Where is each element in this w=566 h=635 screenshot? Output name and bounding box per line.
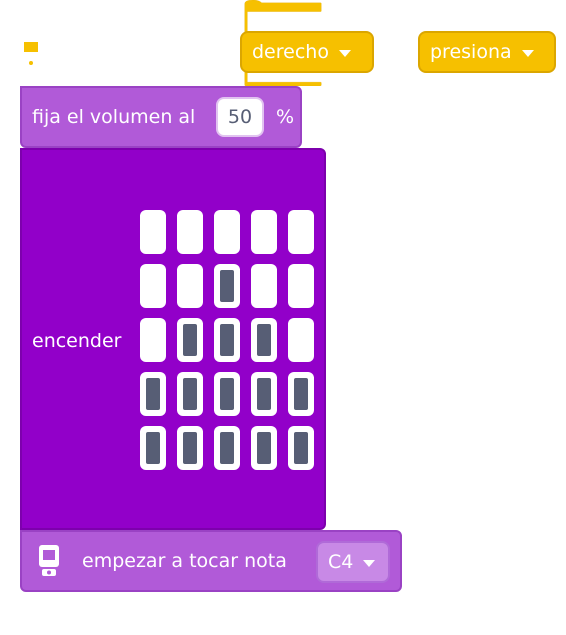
volume-input[interactable]: 50: [216, 97, 264, 137]
led-cell-r4-c2[interactable]: [177, 372, 203, 416]
led-cell-r1-c5[interactable]: [288, 210, 314, 254]
action-dropdown[interactable]: presiona: [418, 31, 556, 73]
chevron-down-icon: [338, 49, 351, 57]
led-cell-r2-c4[interactable]: [251, 264, 277, 308]
volume-block[interactable]: fija el volumen al 50 %: [20, 86, 302, 148]
led-cell-r5-c4[interactable]: [251, 426, 277, 470]
led-block[interactable]: encender: [20, 148, 326, 530]
led-cell-r2-c2[interactable]: [177, 264, 203, 308]
led-cell-r5-c5[interactable]: [288, 426, 314, 470]
led-cell-r5-c2[interactable]: [177, 426, 203, 470]
led-cell-r4-c4[interactable]: [251, 372, 277, 416]
note-label: empezar a tocar nota: [82, 550, 287, 572]
event-when-label: cuando el botón: [60, 41, 214, 63]
microbit-icon: [18, 36, 44, 68]
led-cell-r2-c1[interactable]: [140, 264, 166, 308]
led-cell-r5-c1[interactable]: [140, 426, 166, 470]
led-matrix[interactable]: [140, 210, 320, 480]
led-cell-r3-c3[interactable]: [214, 318, 240, 362]
led-cell-r2-c3[interactable]: [214, 264, 240, 308]
led-cell-r1-c2[interactable]: [177, 210, 203, 254]
led-cell-r3-c1[interactable]: [140, 318, 166, 362]
button-dropdown[interactable]: derecho: [240, 31, 374, 73]
led-cell-r3-c4[interactable]: [251, 318, 277, 362]
action-dropdown-value: presiona: [430, 41, 512, 63]
microbit-icon: [38, 544, 60, 578]
volume-label: fija el volumen al: [32, 106, 196, 128]
event-se-label: se: [384, 41, 406, 63]
led-cell-r3-c5[interactable]: [288, 318, 314, 362]
led-cell-r2-c5[interactable]: [288, 264, 314, 308]
led-cell-r1-c4[interactable]: [251, 210, 277, 254]
led-cell-r5-c3[interactable]: [214, 426, 240, 470]
chevron-down-icon: [363, 559, 376, 567]
volume-unit: %: [276, 106, 295, 128]
note-dropdown-value: C4: [328, 551, 354, 573]
led-cell-r4-c1[interactable]: [140, 372, 166, 416]
led-cell-r1-c1[interactable]: [140, 210, 166, 254]
led-label: encender: [32, 330, 122, 352]
note-block[interactable]: empezar a tocar nota C4: [20, 530, 402, 592]
led-cell-r4-c5[interactable]: [288, 372, 314, 416]
led-cell-r3-c2[interactable]: [177, 318, 203, 362]
note-dropdown[interactable]: C4: [316, 541, 390, 583]
button-dropdown-value: derecho: [252, 41, 329, 63]
chevron-down-icon: [521, 49, 534, 57]
led-cell-r4-c3[interactable]: [214, 372, 240, 416]
led-cell-r1-c3[interactable]: [214, 210, 240, 254]
